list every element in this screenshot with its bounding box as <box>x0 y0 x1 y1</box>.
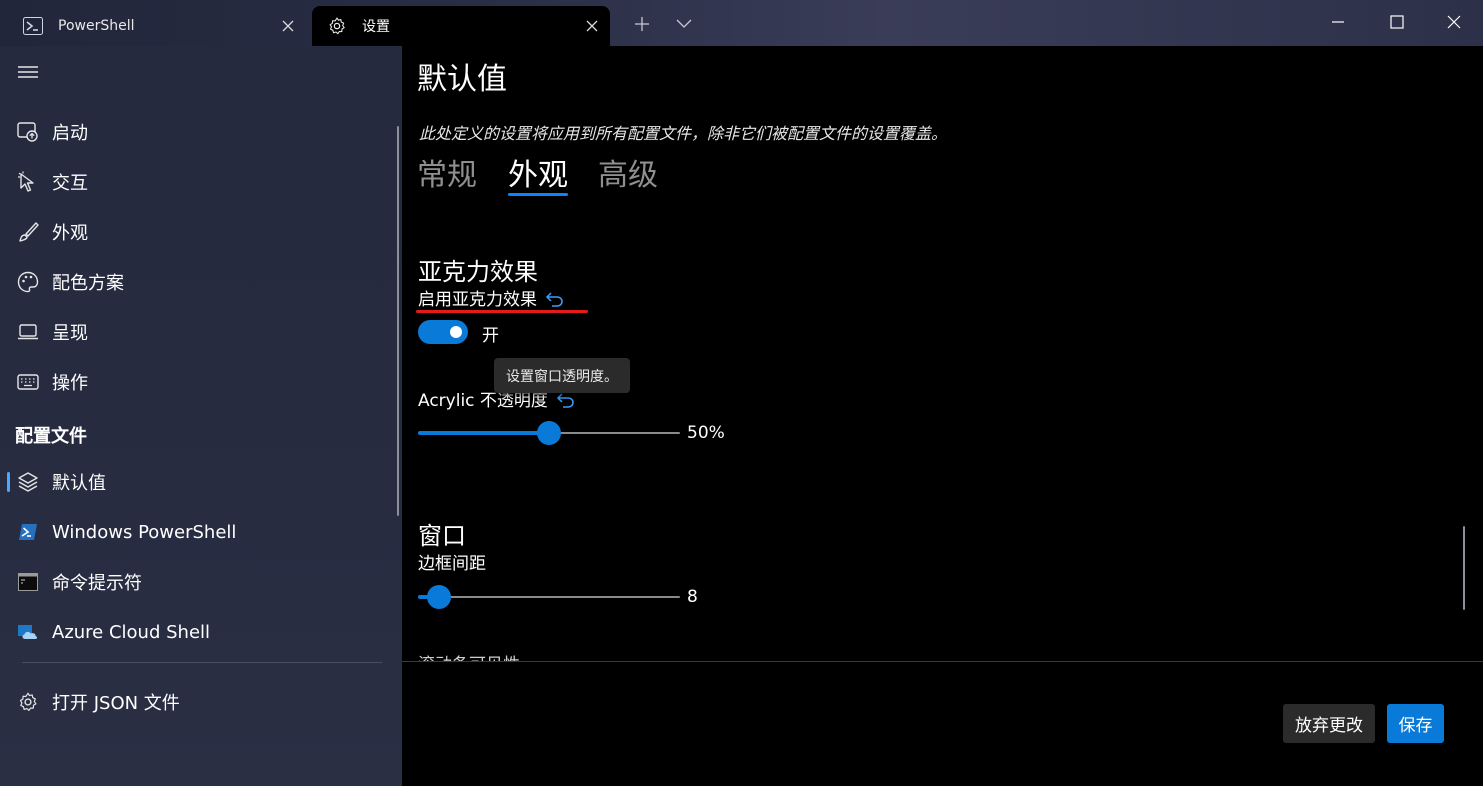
tab-appearance[interactable]: 外观 <box>508 150 568 194</box>
close-icon <box>1447 15 1461 29</box>
footer-divider <box>402 661 1483 662</box>
sidebar-item-color-schemes[interactable]: 配色方案 <box>0 262 390 302</box>
padding-slider[interactable] <box>418 585 680 609</box>
slider-fill <box>418 431 549 435</box>
sidebar-item-label: 呈现 <box>52 323 88 344</box>
keyboard-icon <box>16 370 40 394</box>
sidebar-item-label: 配色方案 <box>52 273 124 294</box>
tab-powershell[interactable]: PowerShell <box>8 6 306 46</box>
hamburger-icon <box>18 66 38 78</box>
sidebar-item-interaction[interactable]: 交互 <box>0 162 390 202</box>
tab-label: 设置 <box>362 19 390 35</box>
save-button[interactable]: 保存 <box>1387 704 1444 743</box>
page-description: 此处定义的设置将应用到所有配置文件，除非它们被配置文件的设置覆盖。 <box>419 124 948 143</box>
hamburger-menu-button[interactable] <box>17 63 39 81</box>
close-icon[interactable] <box>582 16 602 36</box>
annotation-underline <box>416 310 588 313</box>
interaction-icon <box>16 170 40 194</box>
tooltip: 设置窗口透明度。 <box>494 358 630 393</box>
maximize-button[interactable] <box>1374 4 1420 40</box>
tab-general[interactable]: 常规 <box>417 150 477 194</box>
padding-value: 8 <box>687 587 698 607</box>
padding-label: 边框间距 <box>418 554 486 574</box>
maximize-icon <box>1390 15 1404 29</box>
sidebar-item-command-prompt[interactable]: 命令提示符 <box>0 562 390 602</box>
brush-icon <box>16 220 40 244</box>
sidebar-item-label: 命令提示符 <box>52 573 142 594</box>
azure-icon <box>16 620 40 644</box>
toggle-state-label: 开 <box>482 326 499 346</box>
open-json-file-button[interactable]: 打开 JSON 文件 <box>0 682 390 722</box>
enable-acrylic-label: 启用亚克力效果 <box>418 285 565 310</box>
laptop-icon <box>16 320 40 344</box>
title-bar: PowerShell 设置 <box>0 0 1483 46</box>
sidebar-item-defaults[interactable]: 默认值 <box>0 462 390 502</box>
sidebar-item-azure-cloud-shell[interactable]: Azure Cloud Shell <box>0 612 390 652</box>
sidebar: 启动 交互 外观 配色方案 呈现 操作 配置文件 默认值 Windows Pow… <box>0 46 402 786</box>
open-json-label: 打开 JSON 文件 <box>52 693 180 714</box>
sidebar-item-windows-powershell[interactable]: Windows PowerShell <box>0 512 390 552</box>
tab-advanced[interactable]: 高级 <box>598 150 658 194</box>
layers-icon <box>16 470 40 494</box>
sidebar-item-startup[interactable]: 启动 <box>0 112 390 152</box>
sidebar-scrollbar[interactable] <box>397 126 399 516</box>
slider-thumb[interactable] <box>426 585 451 609</box>
minimize-icon <box>1332 21 1344 23</box>
selected-tab-indicator <box>508 193 568 196</box>
sidebar-item-label: 默认值 <box>52 473 106 494</box>
gear-icon <box>16 690 40 714</box>
close-icon[interactable] <box>278 16 298 36</box>
page-title: 默认值 <box>417 62 507 97</box>
window-close-button[interactable] <box>1431 4 1477 40</box>
sidebar-item-label: Windows PowerShell <box>52 521 237 543</box>
sidebar-item-label: 操作 <box>52 373 88 394</box>
cmd-icon <box>16 570 40 594</box>
main-content: 默认值 此处定义的设置将应用到所有配置文件，除非它们被配置文件的设置覆盖。 常规… <box>402 46 1483 786</box>
slider-track <box>418 596 680 598</box>
slider-thumb[interactable] <box>537 421 561 445</box>
powershell-icon <box>16 520 40 544</box>
enable-acrylic-text: 启用亚克力效果 <box>418 290 537 310</box>
minimize-button[interactable] <box>1315 4 1361 40</box>
profiles-section-header: 配置文件 <box>15 426 87 447</box>
sidebar-item-label: Azure Cloud Shell <box>52 621 211 643</box>
sidebar-item-appearance[interactable]: 外观 <box>0 212 390 252</box>
sidebar-item-label: 外观 <box>52 223 88 244</box>
acrylic-opacity-value: 50% <box>687 423 725 443</box>
tab-settings[interactable]: 设置 <box>312 6 610 46</box>
window-section-header: 窗口 <box>418 522 466 550</box>
reset-icon[interactable] <box>556 392 576 410</box>
acrylic-opacity-text: Acrylic 不透明度 <box>418 391 548 411</box>
tab-label: PowerShell <box>58 18 135 34</box>
startup-icon <box>16 120 40 144</box>
sidebar-divider <box>22 662 382 663</box>
toggle-knob <box>450 326 462 338</box>
gear-icon <box>326 15 348 37</box>
reset-icon[interactable] <box>545 291 565 309</box>
palette-icon <box>16 270 40 294</box>
discard-changes-button[interactable]: 放弃更改 <box>1283 704 1375 743</box>
main-scrollbar[interactable] <box>1463 526 1465 610</box>
tab-dropdown-button[interactable] <box>670 10 698 38</box>
sidebar-item-rendering[interactable]: 呈现 <box>0 312 390 352</box>
plus-icon <box>635 17 649 31</box>
new-tab-button[interactable] <box>628 10 656 38</box>
acrylic-section-header: 亚克力效果 <box>418 258 538 286</box>
powershell-icon <box>22 15 44 37</box>
chevron-down-icon <box>676 19 692 28</box>
sidebar-item-label: 启动 <box>52 123 88 144</box>
sidebar-item-actions[interactable]: 操作 <box>0 362 390 402</box>
sidebar-item-label: 交互 <box>52 173 88 194</box>
acrylic-opacity-slider[interactable] <box>418 421 680 445</box>
acrylic-toggle[interactable] <box>418 320 468 344</box>
